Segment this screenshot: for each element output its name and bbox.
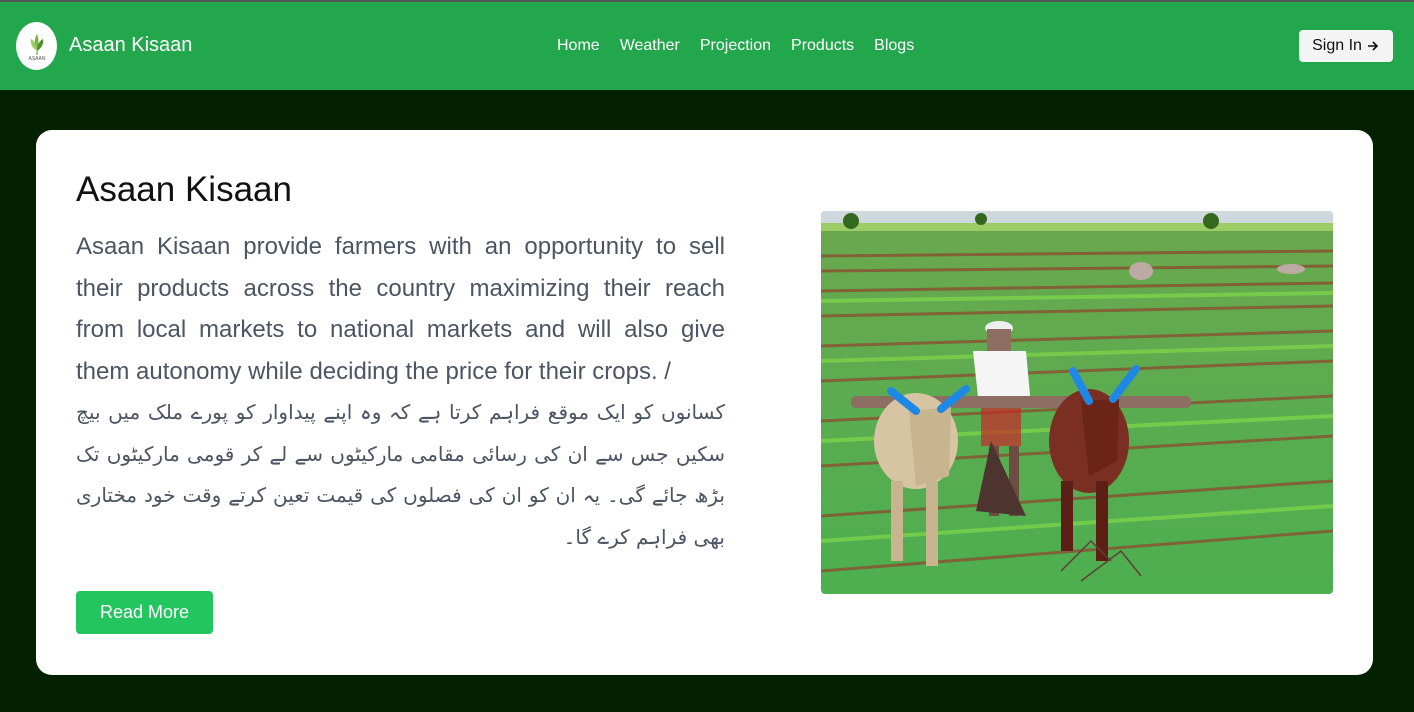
read-more-button[interactable]: Read More <box>76 591 213 634</box>
nav-projection[interactable]: Projection <box>700 37 771 55</box>
brand-name[interactable]: Asaan Kisaan <box>69 34 192 57</box>
nav-home[interactable]: Home <box>557 37 600 55</box>
nav-links: Home Weather Projection Products Blogs <box>557 37 914 55</box>
sign-in-button[interactable]: Sign In <box>1299 30 1393 62</box>
card-description-urdu: کسانوں کو ایک موقع فراہم کرتا ہے کہ وہ ا… <box>76 400 725 549</box>
wheat-logo-icon: ASAAN <box>28 34 45 62</box>
logo[interactable]: ASAAN <box>16 22 57 70</box>
farmer-image <box>821 211 1333 594</box>
sign-in-label: Sign In <box>1312 37 1362 54</box>
card-title: Asaan Kisaan <box>76 170 292 209</box>
arrow-right-icon <box>1367 41 1379 51</box>
navbar: ASAAN Asaan Kisaan Home Weather Projecti… <box>0 2 1414 90</box>
hero-card: Asaan Kisaan Asaan Kisaan provide farmer… <box>36 130 1373 675</box>
card-description: Asaan Kisaan provide farmers with an opp… <box>76 233 725 385</box>
nav-blogs[interactable]: Blogs <box>874 37 914 55</box>
nav-products[interactable]: Products <box>791 37 854 55</box>
nav-weather[interactable]: Weather <box>620 37 680 55</box>
farmer-plowing-illustration <box>821 211 1333 594</box>
logo-text: ASAAN <box>28 56 45 62</box>
